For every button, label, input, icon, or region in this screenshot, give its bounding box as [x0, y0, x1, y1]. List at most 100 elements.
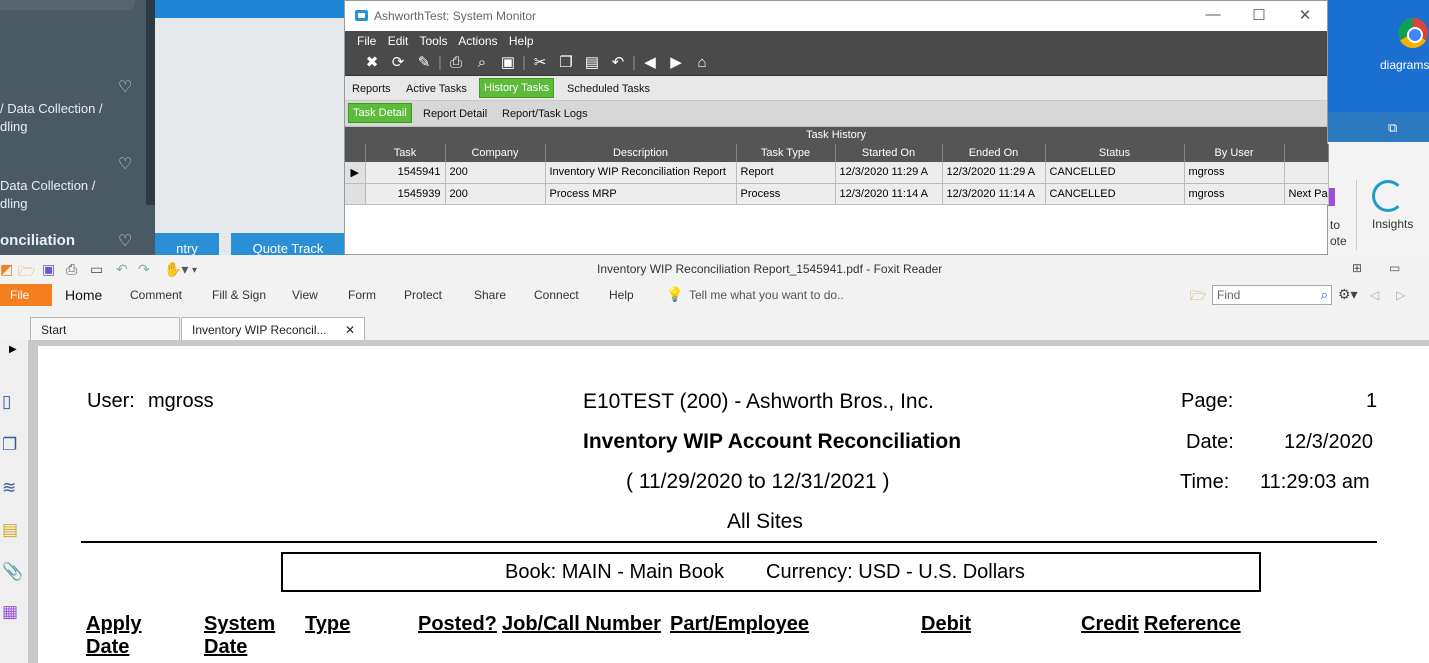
column-header[interactable]: Task — [365, 144, 446, 162]
column-header[interactable]: Task Type — [736, 144, 836, 162]
cell-company[interactable]: 200 — [445, 183, 546, 205]
tab-reports[interactable]: Reports — [348, 80, 395, 98]
maximize-icon[interactable]: ☐ — [1244, 6, 1274, 24]
cell-task[interactable]: 1545939 — [365, 183, 446, 205]
tab-task-detail[interactable]: Task Detail — [348, 103, 412, 123]
menu-edit[interactable]: Edit — [388, 34, 409, 48]
tab-comment[interactable]: Comment — [130, 288, 182, 302]
cell-extra[interactable]: Next Pa — [1284, 183, 1329, 205]
next-arrow-icon[interactable]: ▷ — [1396, 288, 1405, 302]
tab-form[interactable]: Form — [348, 288, 376, 302]
file-menu-button[interactable]: File — [0, 284, 52, 306]
tab-history-tasks[interactable]: History Tasks — [479, 78, 555, 98]
background-tile-button[interactable]: Quote Track — [231, 233, 345, 255]
tab-share[interactable]: Share — [474, 288, 506, 302]
properties-icon[interactable]: ▭ — [90, 261, 103, 278]
attachment-icon[interactable]: 📎 — [2, 562, 23, 582]
menu-file[interactable]: File — [357, 34, 376, 48]
restore-icon[interactable]: ⧉ — [1388, 120, 1397, 136]
layers-icon[interactable]: ≋ — [2, 478, 16, 498]
save-icon[interactable]: ▣ — [42, 261, 55, 278]
close-x-icon[interactable]: ✖ — [359, 52, 385, 74]
column-header[interactable]: Company — [445, 144, 546, 162]
cell-task-type[interactable]: Report — [736, 162, 836, 184]
back-icon[interactable]: ◀ — [637, 52, 663, 74]
cell-task-type[interactable]: Process — [736, 183, 836, 205]
column-header[interactable]: Status — [1045, 144, 1185, 162]
menu-actions[interactable]: Actions — [458, 34, 497, 48]
tab-report-detail[interactable]: Report Detail — [419, 105, 491, 123]
tab-protect[interactable]: Protect — [404, 288, 442, 302]
home-icon[interactable]: ⌂ — [689, 52, 715, 74]
document-view[interactable]: User: mgross E10TEST (200) - Ashworth Br… — [28, 340, 1429, 663]
sidebar-item-text[interactable]: Data Collection / — [0, 178, 95, 193]
tab-report-task-logs[interactable]: Report/Task Logs — [498, 105, 592, 123]
save-icon[interactable]: ▣ — [495, 52, 521, 74]
app-tile-icon[interactable] — [1328, 188, 1335, 206]
cell-task[interactable]: 1545941 — [365, 162, 446, 184]
cell-by-user[interactable]: mgross — [1184, 162, 1285, 184]
find-input[interactable]: Find ⌕ — [1212, 285, 1332, 305]
cell-by-user[interactable]: mgross — [1184, 183, 1285, 205]
sidebar-scrollbar[interactable] — [146, 0, 155, 205]
column-header[interactable] — [1284, 144, 1329, 162]
cell-ended-on[interactable]: 12/3/2020 11:14 A — [942, 183, 1046, 205]
comments-icon[interactable]: ▤ — [2, 520, 18, 540]
tab-help[interactable]: Help — [609, 288, 634, 302]
minimize-icon[interactable]: — — [1198, 6, 1228, 23]
tab-home[interactable]: Home — [65, 287, 102, 303]
sidebar-item-text[interactable]: dling — [0, 119, 27, 134]
print-preview-icon[interactable]: ⌕ — [469, 52, 495, 74]
close-icon[interactable]: ✕ — [1290, 6, 1320, 24]
prev-arrow-icon[interactable]: ◁ — [1370, 288, 1379, 302]
column-header[interactable]: Started On — [835, 144, 943, 162]
column-header[interactable]: Ended On — [942, 144, 1046, 162]
cell-status[interactable]: CANCELLED — [1045, 183, 1185, 205]
cell-description[interactable]: Process MRP — [545, 183, 737, 205]
forward-icon[interactable]: ▶ — [663, 52, 689, 74]
signature-icon[interactable]: ▦ — [2, 602, 18, 622]
copy-icon[interactable]: ❐ — [553, 52, 579, 74]
sidebar-item-active[interactable]: onciliation — [0, 232, 75, 249]
cell-ended-on[interactable]: 12/3/2020 11:29 A — [942, 162, 1046, 184]
menu-help[interactable]: Help — [509, 34, 534, 48]
background-tile-button[interactable]: ntry — [155, 233, 219, 255]
print-icon[interactable]: ⎙ — [443, 52, 469, 74]
tell-me-input[interactable]: Tell me what you want to do.. — [689, 288, 844, 302]
tab-scheduled-tasks[interactable]: Scheduled Tasks — [563, 80, 654, 98]
menu-tools[interactable]: Tools — [420, 34, 448, 48]
favorite-heart-icon[interactable]: ♡ — [118, 231, 132, 251]
row-selector-icon[interactable]: ▶ — [345, 162, 366, 184]
window-titlebar[interactable]: AshworthTest: System Monitor — ☐ ✕ — [345, 1, 1327, 31]
customize-chevron-icon[interactable]: ▾ — [192, 265, 197, 276]
clear-brush-icon[interactable]: ✎ — [411, 52, 437, 74]
sidebar-item-text[interactable]: dling — [0, 196, 27, 211]
gear-icon[interactable]: ⚙▾ — [1338, 286, 1358, 303]
undo-icon[interactable]: ↶ — [116, 261, 128, 278]
cell-company[interactable]: 200 — [445, 162, 546, 184]
cell-description[interactable]: Inventory WIP Reconciliation Report — [545, 162, 737, 184]
undo-icon[interactable]: ↶ — [605, 52, 631, 74]
tab-active-tasks[interactable]: Active Tasks — [402, 80, 471, 98]
app-logo-icon[interactable]: ◩ — [0, 261, 13, 278]
bookmark-page-icon[interactable]: ▯ — [2, 392, 11, 412]
tab-start[interactable]: Start — [30, 317, 180, 340]
search-icon[interactable]: ⌕ — [1321, 287, 1328, 303]
hand-tool-icon[interactable]: ✋▾ — [164, 261, 188, 278]
tab-document[interactable]: Inventory WIP Reconcil... ✕ — [181, 317, 365, 340]
column-header[interactable]: By User — [1184, 144, 1285, 162]
expand-panel-icon[interactable]: ▶ — [9, 344, 17, 355]
paste-icon[interactable]: ▤ — [579, 52, 605, 74]
cell-status[interactable]: CANCELLED — [1045, 162, 1185, 184]
cell-extra[interactable] — [1284, 162, 1329, 184]
chrome-icon[interactable] — [1398, 18, 1428, 48]
tab-view[interactable]: View — [292, 288, 318, 302]
close-tab-icon[interactable]: ✕ — [345, 323, 355, 337]
print-icon[interactable]: ⎙ — [66, 261, 77, 278]
favorite-heart-icon[interactable]: ♡ — [118, 77, 132, 97]
insights-icon[interactable] — [1372, 180, 1404, 212]
pages-icon[interactable]: ❐ — [2, 435, 17, 455]
search-folder-icon[interactable]: 🗁 — [1190, 287, 1206, 309]
row-selector[interactable] — [345, 183, 366, 205]
cut-icon[interactable]: ✂ — [527, 52, 553, 74]
